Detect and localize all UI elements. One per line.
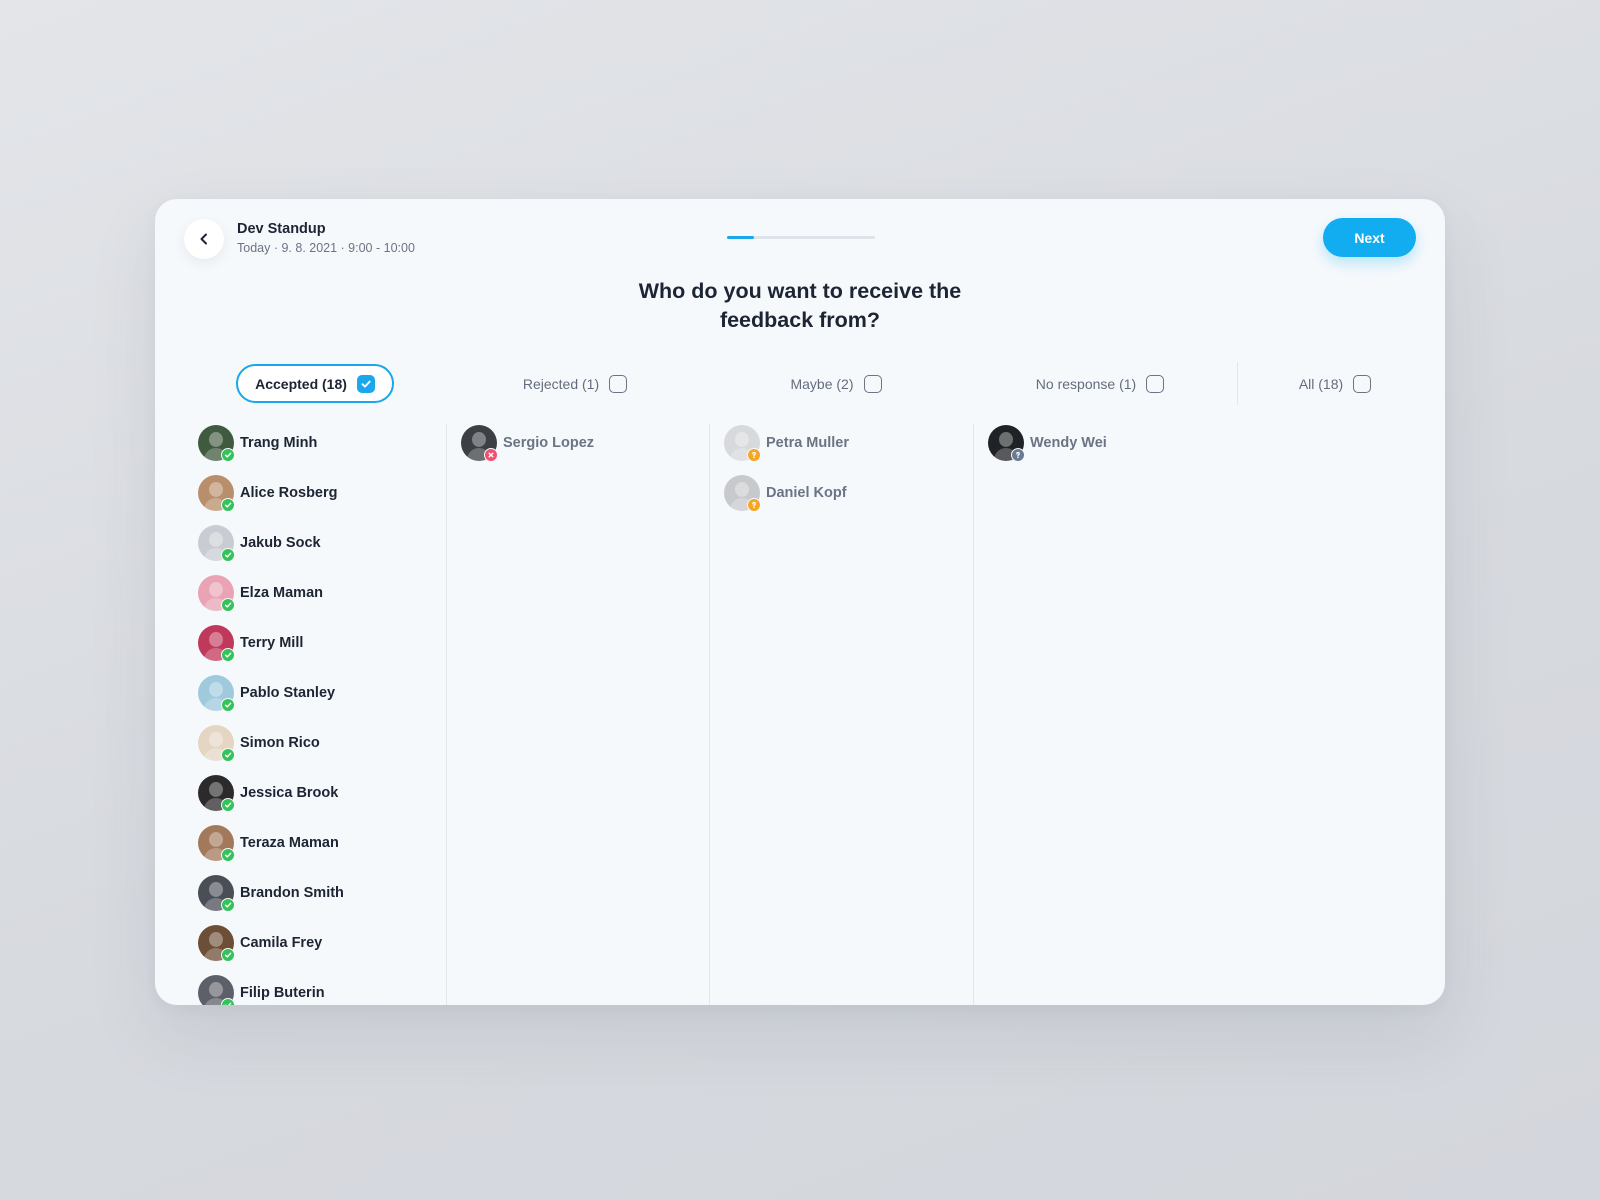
check-badge-icon [221,898,235,912]
event-title: Dev Standup [237,221,326,237]
person-row[interactable]: Wendy Wei [988,425,1107,462]
avatar [198,975,235,1005]
filter-rejected-label: Rejected (1) [522,375,600,392]
person-row[interactable]: Trang Minh [198,425,344,462]
check-badge-icon [221,648,235,662]
filter-accepted-label: Accepted (18) [255,375,347,392]
avatar [198,675,235,712]
check-badge-icon [221,848,235,862]
person-name: Alice Rosberg [240,485,338,501]
avatar [198,475,235,512]
column-divider [446,424,447,1005]
chevron-left-icon [200,233,207,245]
no-response-column: Wendy Wei [988,425,1107,475]
rejected-column: Sergio Lopez [461,425,594,475]
avatar [988,425,1025,462]
person-name: Brandon Smith [240,885,344,901]
person-name: Petra Muller [766,435,849,451]
filter-maybe-label: Maybe (2) [790,375,854,392]
person-row[interactable]: Daniel Kopf [724,475,849,512]
event-subtitle: Today · 9. 8. 2021 · 9:00 - 10:00 [237,241,415,255]
person-name: Jessica Brook [240,785,339,801]
check-badge-icon [221,748,235,762]
person-name: Elza Maman [240,585,323,601]
person-row[interactable]: Terry Mill [198,625,344,662]
avatar [198,825,235,862]
next-button[interactable]: Next [1323,218,1416,257]
filter-no-response-label: No response (1) [1035,375,1137,392]
avatar [724,475,761,512]
check-badge-icon [221,798,235,812]
column-divider [709,424,710,1005]
person-name: Teraza Maman [240,835,339,851]
person-name: Terry Mill [240,635,304,651]
person-row[interactable]: Camila Frey [198,925,344,962]
filter-all[interactable]: All (18) [1265,364,1405,403]
progress-bar [727,236,875,239]
person-row[interactable]: Teraza Maman [198,825,344,862]
avatar [198,625,235,662]
checkbox-icon[interactable] [1353,374,1372,393]
checkbox-icon[interactable] [609,374,628,393]
person-name: Sergio Lopez [503,435,595,451]
check-badge-icon [221,698,235,712]
checkbox-icon[interactable] [1146,374,1165,393]
person-name: Simon Rico [240,735,320,751]
avatar [461,425,498,462]
avatar [198,875,235,912]
question-badge-icon [747,448,761,462]
avatar [724,425,761,462]
checkbox-icon[interactable] [863,374,882,393]
check-badge-icon [221,448,235,462]
avatar [198,775,235,812]
feedback-card: Dev Standup Today · 9. 8. 2021 · 9:00 - … [155,199,1445,1005]
filter-divider [1237,362,1238,405]
filter-rejected[interactable]: Rejected (1) [495,364,655,403]
avatar [198,425,235,462]
person-row[interactable]: Brandon Smith [198,875,344,912]
filter-accepted[interactable]: Accepted (18) [236,364,394,403]
question-badge-icon [1011,448,1025,462]
person-row[interactable]: Filip Buterin [198,975,344,1005]
avatar [198,925,235,962]
filter-maybe[interactable]: Maybe (2) [756,364,916,403]
avatar [198,575,235,612]
back-button[interactable] [184,219,224,259]
person-row[interactable]: Simon Rico [198,725,344,762]
column-divider [973,424,974,1005]
check-badge-icon [221,598,235,612]
person-name: Trang Minh [240,435,318,451]
accepted-column: Trang Minh Alice Rosberg Jakub Sock Elza Ma… [198,425,344,1005]
check-badge-icon [221,948,235,962]
person-row[interactable]: Elza Maman [198,575,344,612]
person-row[interactable]: Jakub Sock [198,525,344,562]
x-badge-icon [484,448,498,462]
person-name: Wendy Wei [1030,435,1107,451]
person-name: Jakub Sock [240,535,321,551]
person-row[interactable]: Pablo Stanley [198,675,344,712]
avatar [198,725,235,762]
check-badge-icon [221,548,235,562]
maybe-column: Petra Muller Daniel Kopf [724,425,849,525]
check-badge-icon [221,998,235,1005]
person-name: Daniel Kopf [766,485,847,501]
page-question: Who do you want to receive the feedback … [638,279,962,332]
checkbox-checked-icon[interactable] [356,374,375,393]
person-name: Camila Frey [240,935,323,951]
filter-all-label: All (18) [1298,375,1344,392]
person-row[interactable]: Sergio Lopez [461,425,595,462]
avatar [198,525,235,562]
person-row[interactable]: Jessica Brook [198,775,344,812]
person-row[interactable]: Alice Rosberg [198,475,344,512]
person-name: Pablo Stanley [240,685,336,701]
check-badge-icon [221,498,235,512]
progress-bar-fill [727,236,754,239]
question-badge-icon [747,498,761,512]
person-name: Filip Buterin [240,985,325,1001]
person-row[interactable]: Petra Muller [724,425,849,462]
filter-no-response[interactable]: No response (1) [1005,364,1195,403]
